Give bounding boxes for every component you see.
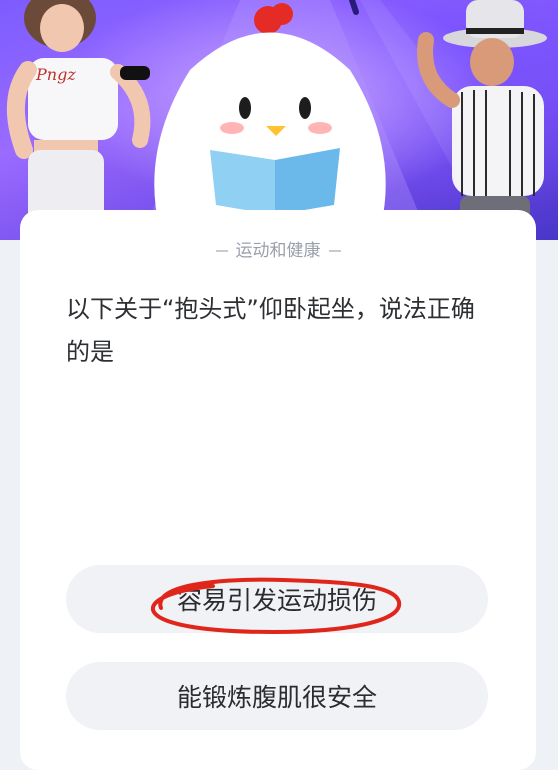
divider-left: [215, 250, 228, 252]
option-button-2[interactable]: 能锻炼腹肌很安全: [66, 662, 488, 730]
header-banner: Pngz: [0, 0, 558, 240]
category-header: 运动和健康: [20, 236, 536, 261]
svg-text:Pngz: Pngz: [35, 65, 76, 84]
category-label: 运动和健康: [235, 241, 321, 261]
question-text: 以下关于“抱头式”仰卧起坐，说法正确的是: [66, 295, 475, 366]
option-label: 能锻炼腹肌很安全: [176, 683, 377, 712]
divider-right: [328, 250, 341, 252]
chick-mascot-icon: [154, 3, 386, 230]
annotation-circle: [150, 577, 402, 635]
woman-character: Pngz: [7, 0, 151, 240]
question-card: 运动和健康 以下关于“抱头式”仰卧起坐，说法正确的是 容易引发运动损伤 能锻炼腹…: [20, 210, 536, 770]
banner-illustration: Pngz: [7, 0, 547, 240]
